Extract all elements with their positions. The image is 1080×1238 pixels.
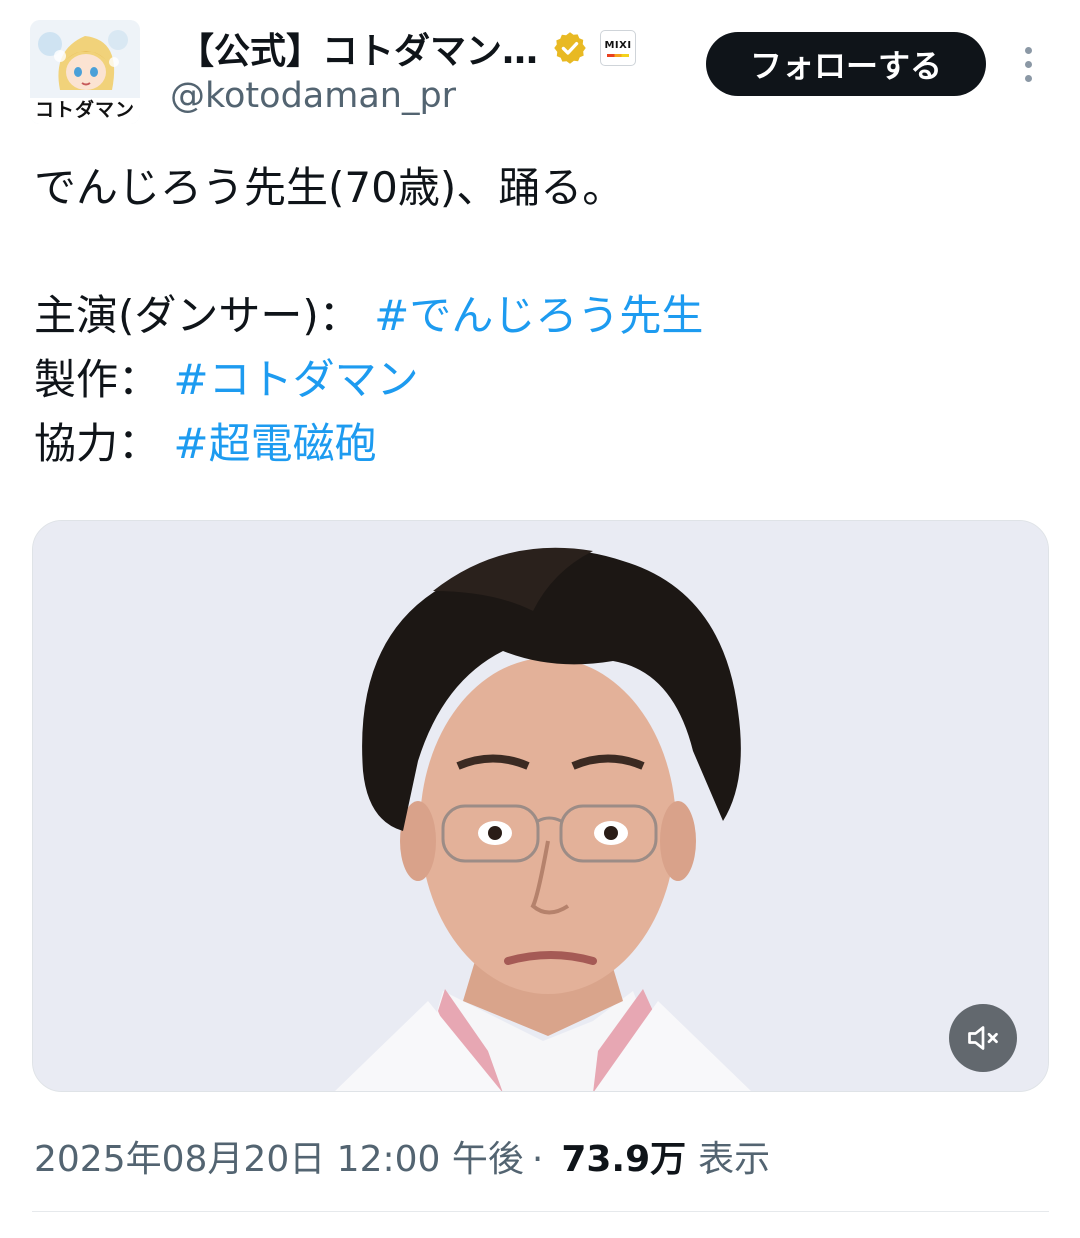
divider: [32, 1211, 1049, 1212]
view-count-label: 表示: [698, 1139, 771, 1180]
tweet-line: 主演(ダンサー)： #でんじろう先生: [34, 284, 1054, 348]
tweet-meta: 2025年08月20日 12:00 午後 · 73.9万 表示: [34, 1130, 770, 1182]
follow-button[interactable]: フォローする: [706, 32, 986, 96]
video-frame: [33, 521, 1048, 1091]
video-player[interactable]: [32, 520, 1049, 1092]
volume-muted-icon[interactable]: [949, 1004, 1017, 1072]
credit-label: 製作：: [34, 355, 161, 404]
tweet-line: 製作： #コトダマン: [34, 348, 1054, 412]
timestamp[interactable]: 2025年08月20日 12:00 午後: [34, 1130, 524, 1182]
name-row: 【公式】コトダマン… MIXI: [178, 22, 637, 74]
credit-label: 主演(ダンサー)：: [34, 291, 361, 340]
tweet-line: でんじろう先生(70歳)、踊る。: [34, 163, 625, 212]
avatar-logo-text: コトダマン: [34, 99, 135, 121]
verified-badge-icon: [554, 32, 586, 64]
tweet-line: 協力： #超電磁砲: [34, 412, 1054, 476]
affiliate-badge-icon[interactable]: MIXI: [600, 30, 637, 66]
avatar[interactable]: コトダマン: [30, 20, 140, 124]
hashtag-link[interactable]: #でんじろう先生: [374, 291, 703, 340]
account-handle[interactable]: @kotodaman_pr: [170, 76, 456, 116]
more-vertical-icon[interactable]: [1008, 40, 1048, 88]
hashtag-link[interactable]: #コトダマン: [173, 355, 418, 404]
credit-label: 協力：: [34, 419, 161, 468]
hashtag-link[interactable]: #超電磁砲: [173, 419, 376, 468]
view-count[interactable]: 73.9万: [561, 1130, 686, 1182]
separator: ·: [531, 1139, 544, 1180]
display-name[interactable]: 【公式】コトダマン…: [178, 22, 538, 74]
tweet-text: でんじろう先生(70歳)、踊る。 主演(ダンサー)： #でんじろう先生 製作： …: [34, 156, 1054, 476]
